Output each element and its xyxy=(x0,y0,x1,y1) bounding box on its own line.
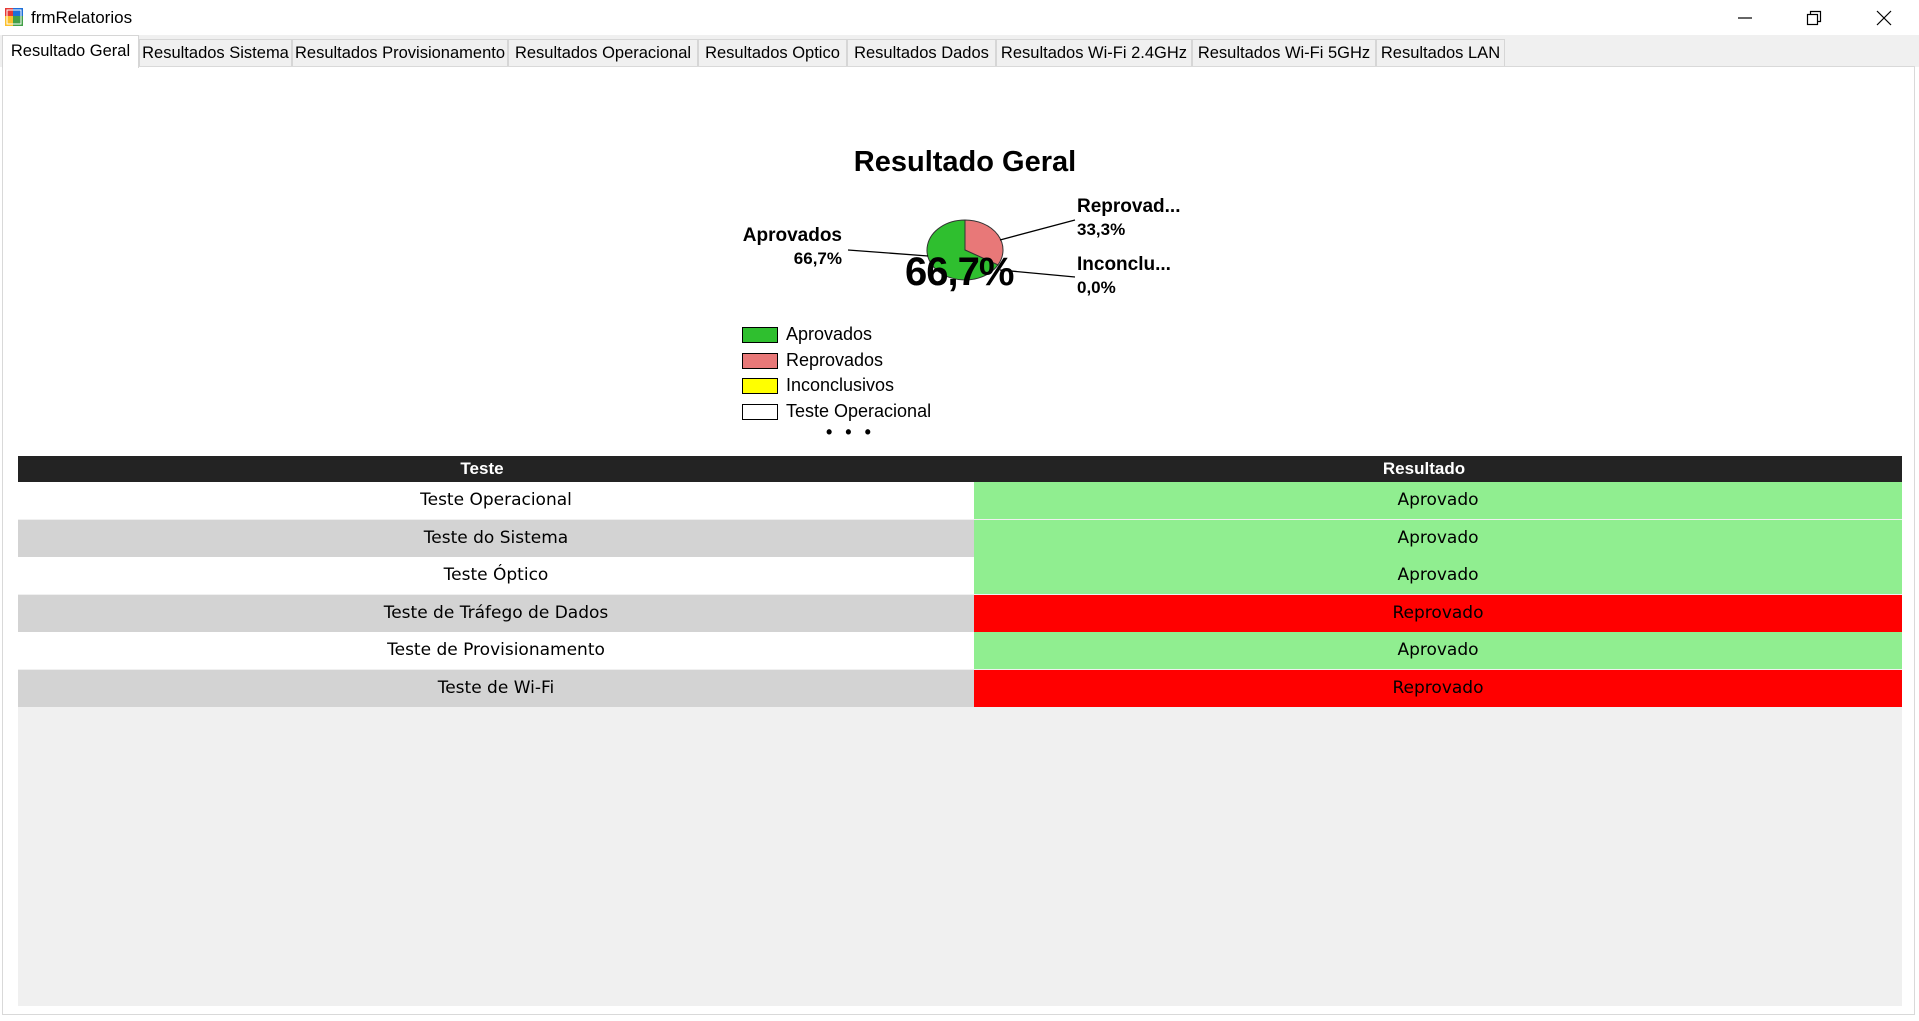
cell-test-name[interactable]: Teste de Provisionamento xyxy=(18,632,974,669)
cell-test-name[interactable]: Teste Operacional xyxy=(18,482,974,519)
app-icon xyxy=(5,8,23,26)
restore-icon xyxy=(1806,10,1821,25)
aprovados-label: Aprovados 66,7% xyxy=(742,224,842,270)
results-grid: Teste Resultado Teste Operacional Aprovad… xyxy=(18,456,1902,1006)
aprovados-label-percent: 66,7% xyxy=(793,249,842,268)
table-row[interactable]: Teste Óptico Aprovado xyxy=(18,557,1902,594)
restore-button[interactable] xyxy=(1779,0,1848,35)
tab-resultados-wifi-24[interactable]: Resultados Wi-Fi 2.4GHz xyxy=(996,39,1192,66)
inconclusivos-label-name: Inconclu... xyxy=(1077,254,1171,275)
tab-resultados-dados[interactable]: Resultados Dados xyxy=(847,39,996,66)
legend-more-indicator[interactable]: • • • xyxy=(826,422,875,443)
legend-swatch xyxy=(742,353,778,369)
table-row[interactable]: Teste de Wi-Fi Reprovado xyxy=(18,669,1902,707)
cell-result[interactable]: Aprovado xyxy=(974,482,1902,519)
inconclusivos-label: Inconclu... 0,0% xyxy=(1077,253,1217,299)
tab-strip: Resultado Geral Resultados Sistema Resul… xyxy=(0,35,1919,68)
aprovados-label-name: Aprovados xyxy=(742,225,842,246)
title-bar: frmRelatorios xyxy=(0,0,1919,35)
table-row[interactable]: Teste Operacional Aprovado xyxy=(18,482,1902,519)
legend-swatch xyxy=(742,378,778,394)
reprovados-label: Reprovad... 33,3% xyxy=(1077,195,1217,241)
close-button[interactable] xyxy=(1849,0,1918,35)
legend-swatch xyxy=(742,327,778,343)
inconclusivos-label-percent: 0,0% xyxy=(1077,278,1116,297)
cell-result[interactable]: Reprovado xyxy=(974,669,1902,707)
tab-resultados-provisionamento[interactable]: Resultados Provisionamento xyxy=(292,39,508,66)
tab-resultado-geral[interactable]: Resultado Geral xyxy=(2,35,139,68)
table-row[interactable]: Teste de Provisionamento Aprovado xyxy=(18,632,1902,669)
cell-test-name[interactable]: Teste Óptico xyxy=(18,557,974,594)
close-icon xyxy=(1876,10,1891,25)
legend-label: Reprovados xyxy=(786,350,884,370)
cell-test-name[interactable]: Teste do Sistema xyxy=(18,520,974,557)
tab-resultados-sistema[interactable]: Resultados Sistema xyxy=(139,39,292,66)
table-row[interactable]: Teste de Tráfego de Dados Reprovado xyxy=(18,594,1902,632)
cell-test-name[interactable]: Teste de Wi-Fi xyxy=(18,670,974,707)
column-header-teste[interactable]: Teste xyxy=(18,456,946,482)
cell-result[interactable]: Reprovado xyxy=(974,594,1902,632)
minimize-icon xyxy=(1737,16,1752,19)
grid-header: Teste Resultado xyxy=(18,456,1902,482)
cell-result[interactable]: Aprovado xyxy=(974,519,1902,557)
legend-label: Teste Operacional xyxy=(786,401,932,421)
reprovados-label-name: Reprovad... xyxy=(1077,196,1181,217)
legend-label: Inconclusivos xyxy=(786,375,895,395)
tab-resultados-optico[interactable]: Resultados Optico xyxy=(698,39,847,66)
tab-resultados-operacional[interactable]: Resultados Operacional xyxy=(508,39,698,66)
cell-result[interactable]: Aprovado xyxy=(974,557,1902,594)
column-header-resultado[interactable]: Resultado xyxy=(946,456,1902,482)
cell-test-name[interactable]: Teste de Tráfego de Dados xyxy=(18,595,974,632)
legend-swatch xyxy=(742,404,778,420)
cell-result[interactable]: Aprovado xyxy=(974,632,1902,669)
table-row[interactable]: Teste do Sistema Aprovado xyxy=(18,519,1902,557)
window-title: frmRelatorios xyxy=(31,8,133,27)
chart-title: Resultado Geral xyxy=(853,146,1077,178)
reprovados-label-percent: 33,3% xyxy=(1077,220,1126,239)
tab-resultados-lan[interactable]: Resultados LAN xyxy=(1376,39,1505,66)
pie-center-label: 66,7% xyxy=(905,250,1014,294)
minimize-button[interactable] xyxy=(1710,0,1779,35)
legend-label: Aprovados xyxy=(786,324,873,344)
tab-resultados-wifi-5[interactable]: Resultados Wi-Fi 5GHz xyxy=(1192,39,1376,66)
